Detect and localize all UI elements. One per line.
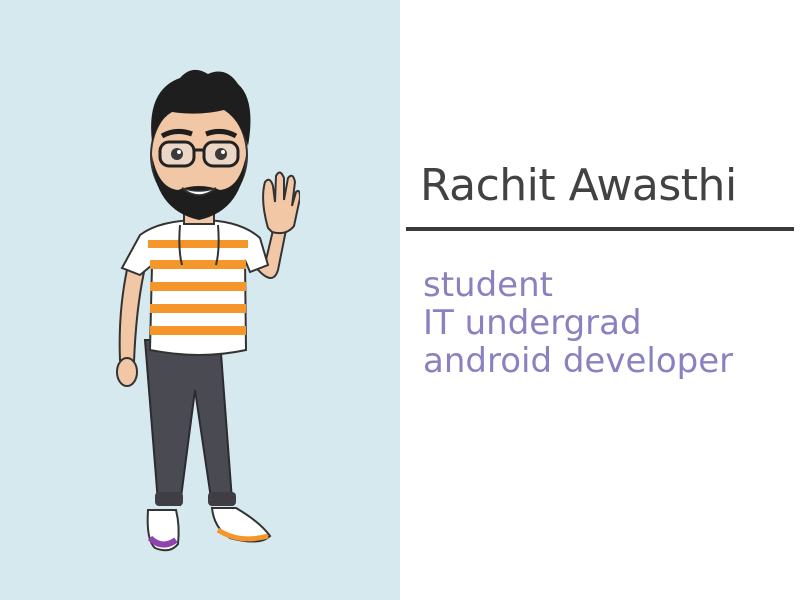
waving-avatar-icon (116, 69, 300, 552)
role-item: android developer (423, 341, 734, 381)
avatar-panel (0, 0, 400, 600)
role-item: student (423, 265, 553, 305)
profile-card: Rachit Awasthi student IT undergrad andr… (0, 0, 800, 600)
name-underline-divider (406, 227, 794, 231)
profile-name: Rachit Awasthi (420, 160, 737, 211)
role-list: student IT undergrad android developer (423, 266, 733, 380)
role-item: IT undergrad (423, 303, 642, 343)
info-panel: Rachit Awasthi student IT undergrad andr… (400, 0, 800, 600)
